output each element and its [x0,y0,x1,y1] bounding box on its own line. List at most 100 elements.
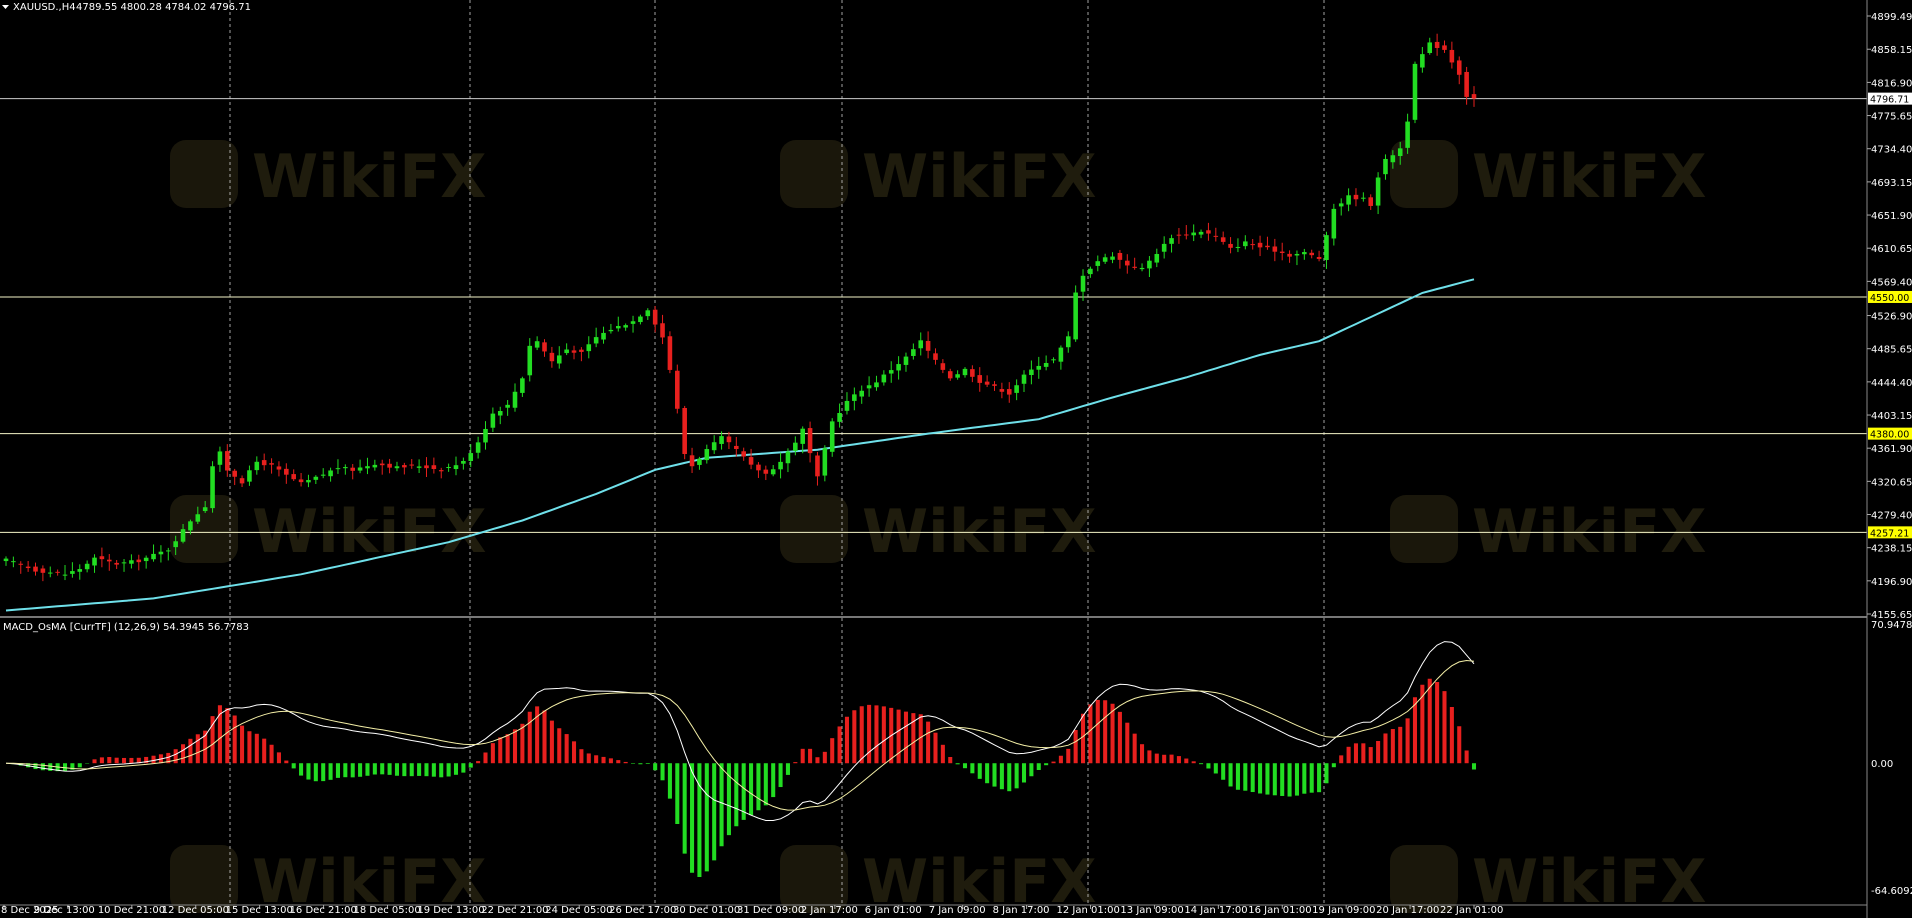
candle-body [453,465,459,470]
candle-body [1353,194,1359,200]
time-axis[interactable]: 8 Dec 20259 Dec 13:00 10 Dec 21:0012 Dec … [1,905,1503,916]
candle-body [1124,260,1130,266]
time-axis-label: 31 Dec 09:00 [737,905,804,916]
candle-body [837,412,842,422]
price-axis-label: 4320.65 [1871,477,1912,488]
candle-body [232,470,237,477]
candle-body [711,442,717,451]
candle-body [372,464,378,468]
osma-label: MACD_OsMA [CurrTF] (12,26,9) 54.3945 56.… [3,622,249,633]
candle-body [18,563,24,565]
candle-body [431,465,437,470]
candle-body [202,507,208,512]
osma-axis-label: -64.6092 [1871,886,1912,897]
price-level-tag-text: 4380.00 [1870,430,1909,441]
candle-body [615,326,621,329]
candle-body [999,389,1005,392]
time-axis-label: 22 Jan 01:00 [1440,905,1503,916]
candle-body [1169,238,1174,244]
candle-body [1279,251,1285,254]
candle-body [800,428,805,444]
candle-body [1294,253,1300,256]
candle-body [1324,235,1329,261]
candle-body [1213,235,1219,237]
candle-body [527,345,533,376]
candle-body [1420,54,1425,68]
candle-body [1088,268,1093,275]
watermark-logo-icon [170,845,238,913]
trading-chart[interactable]: WikiFX WikiFX WikiFX WikiFX WikiFX WikiFX Wiki… [0,0,1912,918]
candle-body [652,309,658,325]
candle-body [564,349,569,354]
candle-body [1110,256,1115,260]
candle-body [704,449,710,461]
price-axis-label: 4899.49 [1871,12,1912,23]
candle-body [512,391,518,408]
price-axis-label: 4361.90 [1871,444,1912,455]
candle-body [1287,253,1292,257]
candle-body [217,451,223,465]
candle-body [1272,246,1278,252]
candle-body [106,559,112,562]
candle-body [1405,121,1410,148]
time-axis-label: 15 Dec 13:00 [226,905,293,916]
candle-body [291,474,296,480]
candle-body [11,561,16,563]
candle-body [977,375,983,383]
watermark-logo-icon [170,495,238,563]
candle-body [770,469,776,475]
candle-body [1161,243,1167,252]
candle-body [1102,257,1108,262]
candle-body [1243,241,1248,247]
watermark-logo-icon [780,845,848,913]
candle-body [778,461,783,470]
candle-body [1250,244,1255,246]
watermark-logo-icon [780,140,848,208]
candle-body [933,353,938,360]
time-axis-label: 20 Jan 17:00 [1376,905,1439,916]
candle-body [394,466,400,469]
candle-body [1021,374,1027,384]
candle-body [579,349,584,352]
candle-body [1235,246,1241,248]
candle-body [675,370,680,409]
watermark-text: WikiFX [862,142,1096,212]
chart-canvas[interactable]: WikiFX WikiFX WikiFXWikiFX WikiFX WikiFXWiki… [0,0,1912,918]
candle-body [756,464,761,471]
watermark-logo-icon [170,140,238,208]
candle-body [320,474,326,476]
candle-body [1302,252,1307,255]
candle-body [542,342,547,352]
price-axis-label: 4816.90 [1871,78,1912,89]
candle-body [166,550,171,552]
price-axis-label: 4196.90 [1871,577,1912,588]
candle-body [1184,234,1189,236]
candle-body [601,332,606,340]
candle-body [992,384,997,386]
price-axis-label: 4485.65 [1871,345,1912,356]
time-axis-label: 16 Jan 01:00 [1248,905,1311,916]
candle-body [1095,261,1101,266]
candle-body [151,553,156,560]
candle-body [99,556,105,560]
candle-body [549,352,555,362]
candle-body [734,445,739,450]
time-axis-label: 2 Jan 17:00 [801,905,858,916]
candle-body [682,407,687,455]
osma-axis-label: 70.9478 [1871,620,1912,631]
candle-body [844,400,850,411]
candle-body [940,363,946,370]
candle-body [1080,275,1086,292]
candle-body [350,467,356,471]
candle-body [586,344,592,352]
time-axis-label: 19 Dec 13:00 [417,905,484,916]
candle-body [1154,253,1160,263]
time-axis-label: 26 Dec 17:00 [609,905,676,916]
candle-body [402,465,407,468]
candle-body [1265,245,1270,248]
candle-body [47,572,53,574]
candle-body [1228,243,1233,248]
candle-body [1036,365,1042,370]
time-axis-label: 24 Dec 05:00 [545,905,612,916]
candle-body [55,571,60,573]
